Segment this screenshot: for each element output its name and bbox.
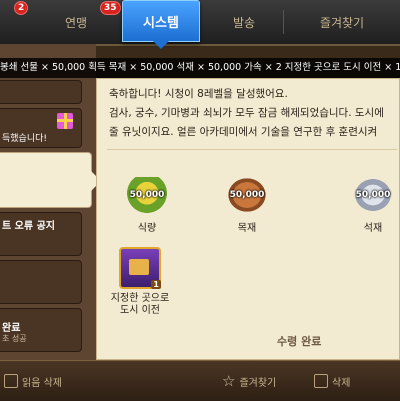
trash-icon bbox=[314, 374, 328, 388]
reward-relocate: 1 지정한 곳으로 도시 이전 bbox=[85, 247, 195, 317]
favorite-button[interactable]: ☆ 즐겨찾기 bbox=[222, 369, 276, 393]
tab-sent[interactable]: 발송 bbox=[206, 6, 282, 38]
mail-list-item[interactable] bbox=[0, 260, 82, 304]
reward-ticker: 봉쇄 선물 × 50,000 획득 목재 × 50,000 석재 × 50,00… bbox=[0, 58, 400, 78]
mail-list: 득했습니다! 트 오류 공지 완료 초 성공 bbox=[0, 44, 101, 360]
stone-icon: 50,000 bbox=[353, 177, 393, 213]
mail-list-item-selected[interactable] bbox=[0, 152, 101, 208]
mail-body: 축하합니다! 시청이 8레벨을 달성했어요. 검사, 궁수, 기마병과 쇠뇌가 … bbox=[109, 88, 384, 138]
alliance-badge: 35 bbox=[100, 1, 121, 15]
mail-list-item[interactable]: 득했습니다! bbox=[0, 108, 82, 148]
reward-wood: 50,000 목재 bbox=[215, 177, 279, 234]
mail-content-panel: 축하합니다! 시청이 8레벨을 달성했어요. 검사, 궁수, 기마병과 쇠뇌가 … bbox=[96, 78, 400, 360]
mail-list-item[interactable] bbox=[0, 80, 82, 104]
tab-favorites[interactable]: 즐겨찾기 bbox=[284, 6, 400, 38]
mail-tab-bar: 2 연맹 35 시스템 발송 즐겨찾기 bbox=[0, 0, 400, 49]
trash-icon bbox=[4, 374, 18, 388]
mail-list-item[interactable]: 트 오류 공지 bbox=[0, 212, 82, 256]
claimed-status: 수령 완료 bbox=[277, 335, 322, 348]
read-delete-button[interactable]: 읽음 삭제 bbox=[4, 369, 62, 393]
tab-system[interactable]: 시스템 bbox=[122, 0, 200, 49]
corn-icon: 50,000 bbox=[127, 177, 167, 213]
wood-icon: 50,000 bbox=[227, 177, 267, 213]
reward-food: 50,000 식량 bbox=[115, 177, 179, 234]
reward-stone: 50,000 석재 bbox=[341, 177, 400, 234]
relocate-icon: 1 bbox=[119, 247, 161, 289]
divider bbox=[107, 149, 397, 150]
mail-list-item[interactable]: 완료 초 성공 bbox=[0, 308, 82, 352]
bottom-toolbar: 읽음 삭제 ☆ 즐겨찾기 삭제 bbox=[0, 360, 400, 401]
gift-icon bbox=[57, 113, 73, 129]
star-icon: ☆ bbox=[222, 372, 236, 390]
delete-button[interactable]: 삭제 bbox=[314, 369, 350, 393]
